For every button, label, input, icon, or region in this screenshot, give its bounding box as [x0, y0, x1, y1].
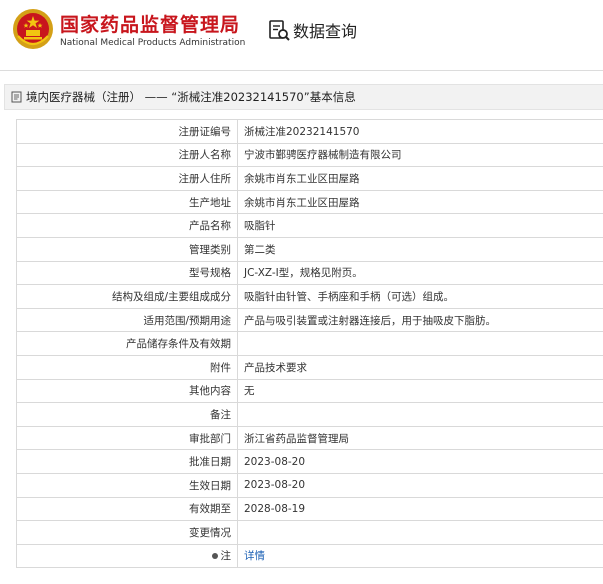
header-divider: [0, 70, 603, 71]
table-row: 变更情况: [16, 520, 603, 545]
details-link[interactable]: 详情: [244, 550, 265, 562]
site-header: 国家药品监督管理局 National Medical Products Admi…: [0, 0, 603, 62]
table-row: 其他内容无: [16, 378, 603, 404]
table-row: 注册证编号 浙械注准20232141570: [16, 119, 603, 144]
row-value: 宁波市鄞骋医疗器械制造有限公司: [237, 142, 603, 168]
row-label: 有效期至: [16, 496, 238, 522]
row-value: 浙江省药品监督管理局: [237, 425, 603, 451]
row-label: 生效日期: [16, 472, 238, 498]
row-value: 产品与吸引装置或注射器连接后，用于抽吸皮下脂肪。: [237, 307, 603, 333]
table-row: 有效期至 2028-08-19: [16, 496, 603, 522]
table-row: 产品储存条件及有效期: [16, 331, 603, 356]
row-value: 无: [237, 378, 603, 404]
table-row-note: 注详情: [16, 543, 603, 569]
row-value: 余姚市肖东工业区田屋路: [237, 166, 603, 191]
row-label: 变更情况: [16, 520, 238, 545]
row-value: 2023-08-20: [237, 472, 603, 498]
table-row: 批准日期 2023-08-20: [16, 449, 603, 474]
row-label: 备注: [16, 402, 238, 427]
row-value: [237, 331, 603, 356]
note-label-wrap: 注: [211, 548, 232, 563]
table-row: 备注: [16, 402, 603, 427]
row-label: 其他内容: [16, 378, 238, 404]
row-label: 适用范围/预期用途: [16, 307, 238, 333]
row-label: 产品储存条件及有效期: [16, 331, 238, 356]
row-value: 产品技术要求: [237, 354, 603, 380]
section-title-bar: 境内医疗器械（注册） —— “浙械注准20232141570”基本信息: [4, 84, 603, 110]
row-value: 吸脂针: [237, 213, 603, 238]
row-value: 2023-08-20: [237, 449, 603, 474]
row-value: 浙械注准20232141570: [237, 119, 603, 144]
table-row: 注册人住所 余姚市肖东工业区田屋路: [16, 166, 603, 191]
table-row: 适用范围/预期用途 产品与吸引装置或注射器连接后，用于抽吸皮下脂肪。: [16, 307, 603, 333]
row-label: 附件: [16, 354, 238, 380]
document-icon: [11, 91, 22, 103]
table-row: 附件 产品技术要求: [16, 354, 603, 380]
note-label-cell: 注: [16, 543, 238, 569]
table-row: 生产地址 余姚市肖东工业区田屋路: [16, 189, 603, 215]
row-value: 余姚市肖东工业区田屋路: [237, 189, 603, 215]
table-row: 管理类别 第二类: [16, 236, 603, 262]
row-value: 第二类: [237, 236, 603, 262]
row-label: 产品名称: [16, 213, 238, 238]
data-query-label: 数据查询: [293, 22, 358, 41]
row-label: 批准日期: [16, 449, 238, 474]
bullet-icon: [211, 552, 218, 559]
note-label: 注: [220, 550, 232, 563]
row-value: [237, 520, 603, 545]
data-query-link[interactable]: 数据查询: [268, 18, 357, 42]
table-row: 结构及组成/主要组成成分 吸脂针由针管、手柄座和手柄（可选）组成。: [16, 284, 603, 309]
row-value: JC-XZ-Ⅰ型，规格见附页。: [237, 260, 603, 286]
site-title-english: National Medical Products Administration: [60, 38, 246, 48]
note-value-cell: 详情: [237, 543, 603, 569]
row-value: [237, 402, 603, 427]
row-label: 注册人住所: [16, 166, 238, 191]
table-row: 产品名称 吸脂针: [16, 213, 603, 238]
site-title-chinese: 国家药品监督管理局: [60, 14, 241, 36]
table-row: 型号规格 JC-XZ-Ⅰ型，规格见附页。: [16, 260, 603, 286]
row-label: 注册证编号: [16, 119, 238, 144]
table-row: 注册人名称 宁波市鄞骋医疗器械制造有限公司: [16, 142, 603, 168]
row-label: 管理类别: [16, 236, 238, 262]
row-label: 注册人名称: [16, 142, 238, 168]
row-label: 审批部门: [16, 425, 238, 451]
detail-table: 注册证编号 浙械注准20232141570 注册人名称 宁波市鄞骋医疗器械制造有限公司…: [16, 119, 603, 569]
data-query-icon: [269, 20, 290, 41]
row-value: 2028-08-19: [237, 496, 603, 522]
national-emblem-icon: [13, 9, 53, 49]
table-row: 审批部门 浙江省药品监督管理局: [16, 425, 603, 451]
table-row: 生效日期 2023-08-20: [16, 472, 603, 498]
row-label: 结构及组成/主要组成成分: [16, 284, 238, 309]
row-label: 型号规格: [16, 260, 238, 286]
section-title: 境内医疗器械（注册） —— “浙械注准20232141570”基本信息: [26, 90, 356, 104]
row-value: 吸脂针由针管、手柄座和手柄（可选）组成。: [237, 284, 603, 309]
row-label: 生产地址: [16, 189, 238, 215]
